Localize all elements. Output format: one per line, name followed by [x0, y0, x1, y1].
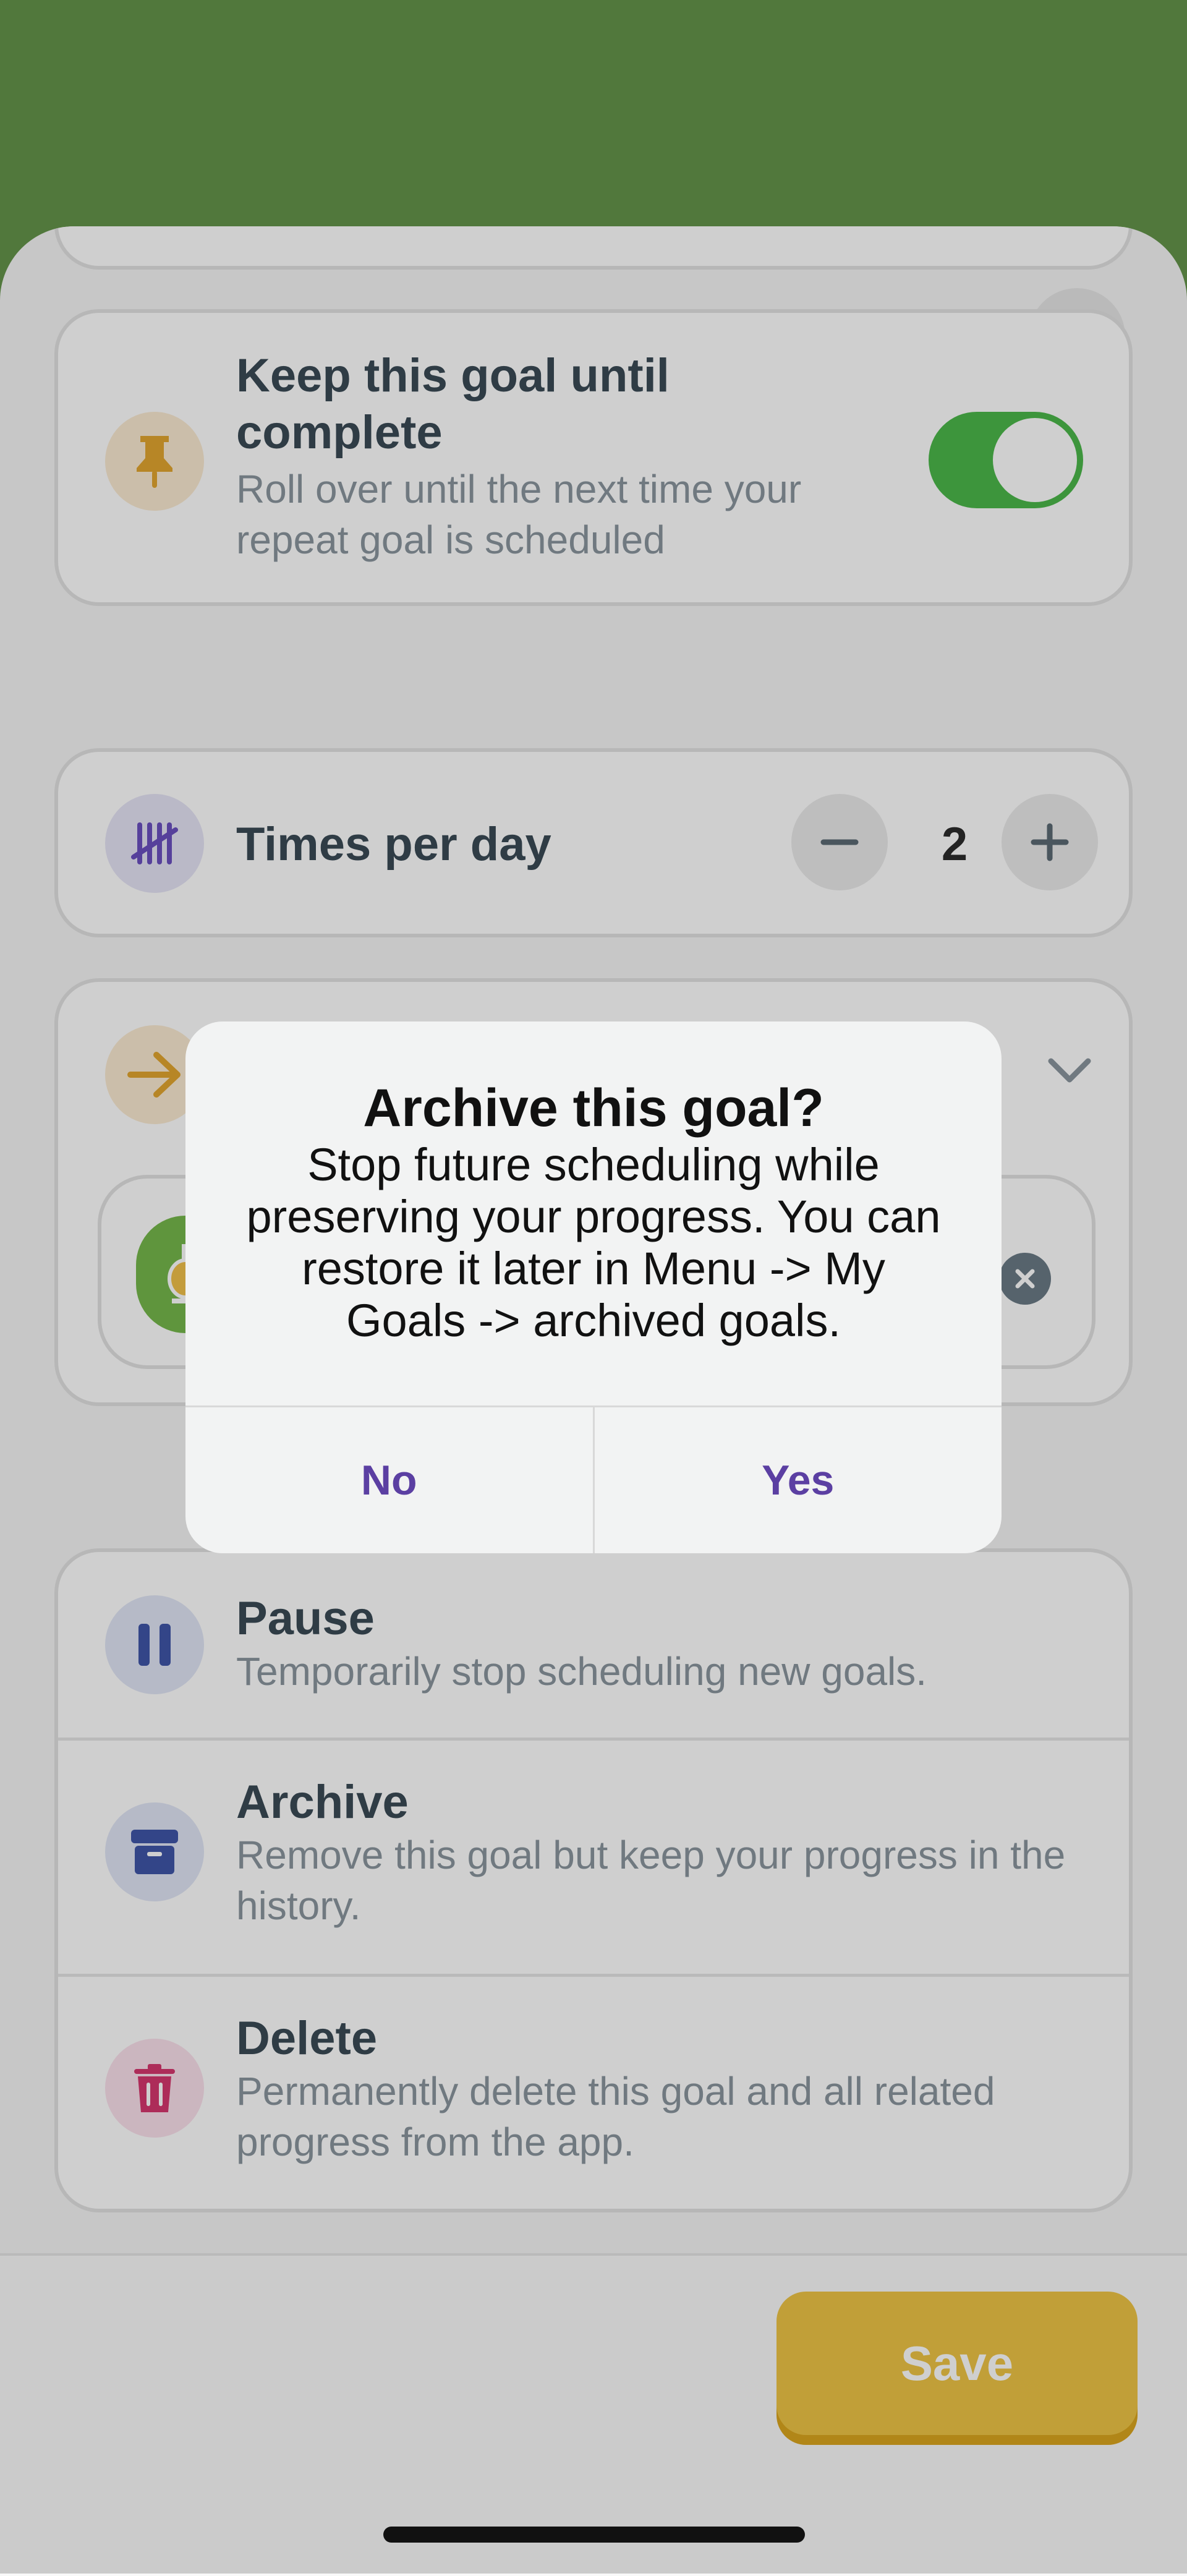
archive-confirm-dialog: Archive this goal? Stop future schedulin…	[185, 1021, 1002, 1553]
home-indicator[interactable]	[383, 2527, 805, 2543]
no-button[interactable]: No	[185, 1407, 593, 1553]
dialog-message: Stop future scheduling while preserving …	[246, 1139, 941, 1346]
dialog-actions: No Yes	[185, 1405, 1002, 1553]
yes-button[interactable]: Yes	[595, 1407, 1002, 1553]
dialog-title: Archive this goal?	[363, 1078, 824, 1138]
